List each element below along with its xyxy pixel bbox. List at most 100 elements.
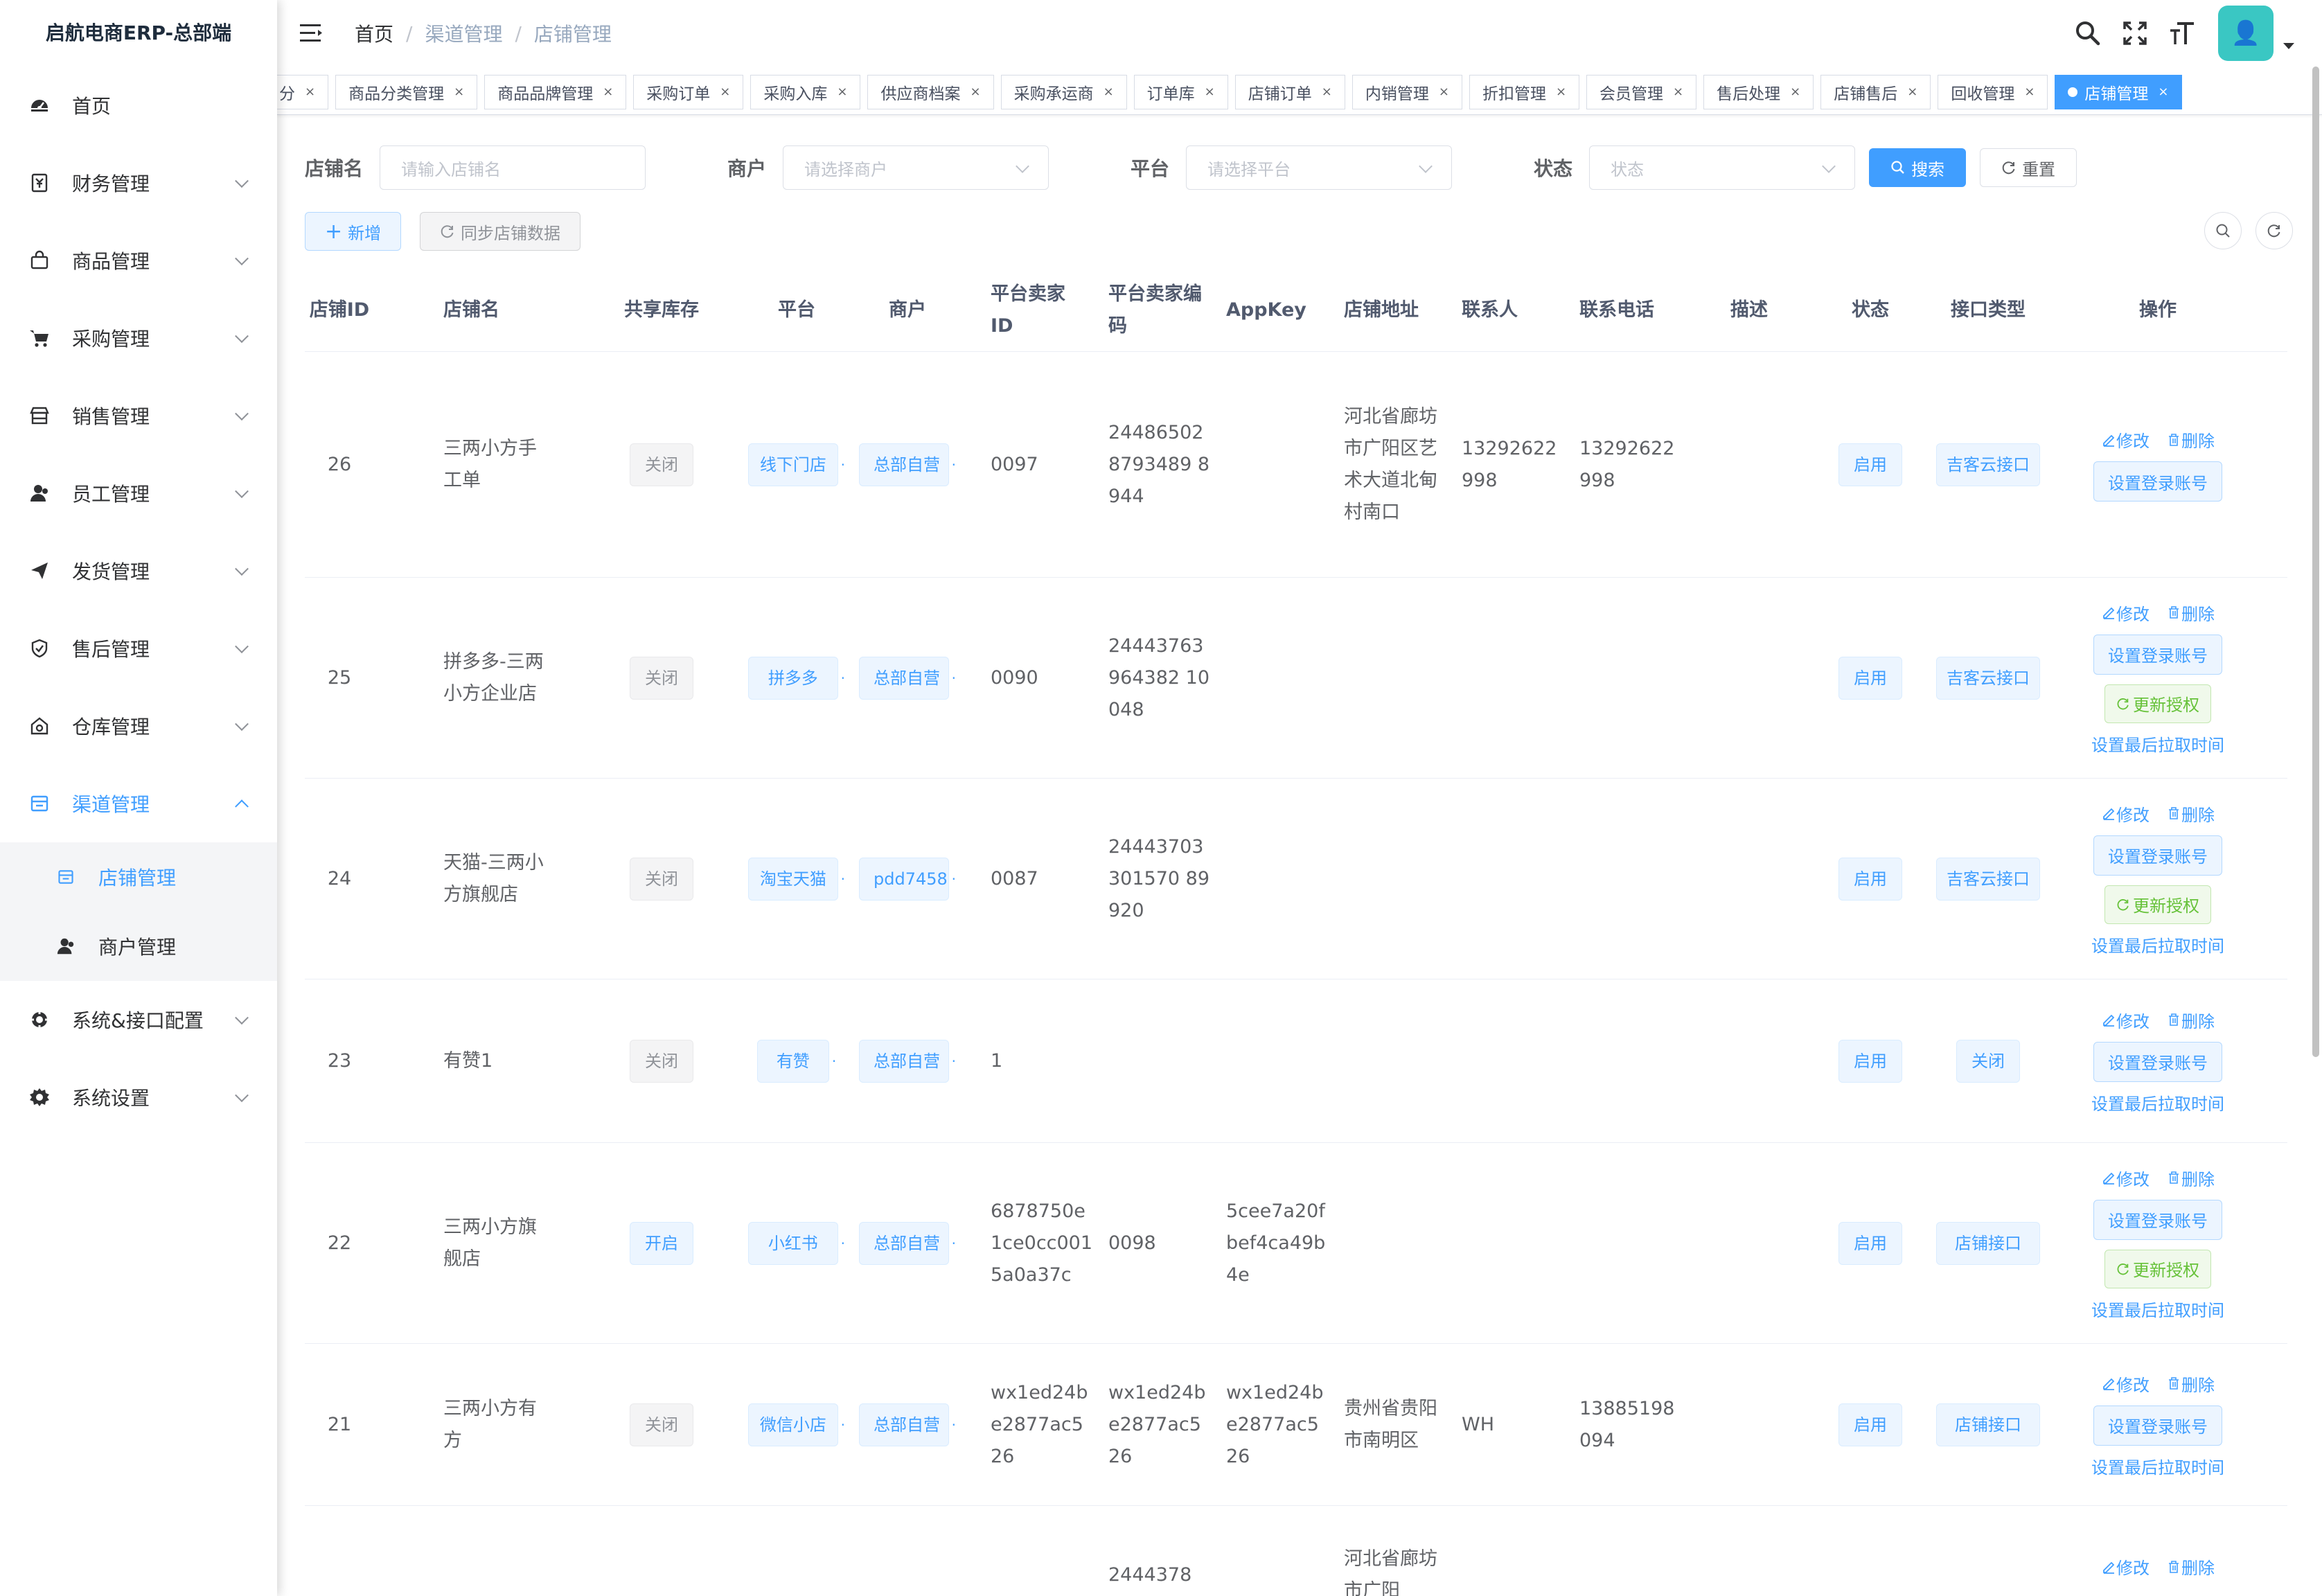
tab-12[interactable]: 售后处理 × bbox=[1703, 74, 1814, 109]
refresh-table-button[interactable] bbox=[2255, 212, 2293, 249]
delete-link[interactable]: 删除 bbox=[2166, 1166, 2215, 1190]
set-last-pull-time-link[interactable]: 设置最后拉取时间 bbox=[2091, 1090, 2224, 1115]
edit-link[interactable]: 修改 bbox=[2101, 1166, 2150, 1190]
close-icon[interactable]: × bbox=[1907, 85, 1917, 99]
column-header[interactable]: 联系电话 bbox=[1579, 269, 1669, 352]
delete-link[interactable]: 删除 bbox=[2166, 1372, 2215, 1396]
column-header[interactable]: 店铺名 bbox=[443, 269, 533, 352]
column-header[interactable]: 平台卖家编码 bbox=[1108, 269, 1205, 352]
table-row[interactable]: 25 拼多多-三两小方企业店 关闭 拼多多 · 总部自营 · 0090 244437639643… bbox=[305, 578, 2287, 779]
tab-6[interactable]: 采购承运商 × bbox=[1000, 74, 1127, 109]
tab-8[interactable]: 店铺订单 × bbox=[1234, 74, 1345, 109]
set-login-account-button[interactable]: 设置登录账号 bbox=[2093, 1405, 2222, 1446]
sidebar-toggle-icon[interactable] bbox=[298, 19, 326, 47]
tab-4[interactable]: 采购入库 × bbox=[750, 74, 861, 109]
breadcrumb-home[interactable]: 首页 bbox=[355, 19, 393, 47]
close-icon[interactable]: × bbox=[1104, 85, 1114, 99]
close-icon[interactable]: × bbox=[1790, 85, 1800, 99]
close-icon[interactable]: × bbox=[837, 85, 847, 99]
table-row[interactable]: 21 三两小方有方 关闭 微信小店 · 总部自营 · wx1ed24be2877ac526 wx… bbox=[305, 1344, 2287, 1506]
set-login-account-button[interactable]: 设置登录账号 bbox=[2093, 1041, 2222, 1082]
tab-10[interactable]: 折扣管理 × bbox=[1469, 74, 1580, 109]
reset-button[interactable]: 重置 bbox=[1980, 148, 2077, 187]
edit-link[interactable]: 修改 bbox=[2101, 1554, 2150, 1579]
column-header[interactable]: 平台卖家ID bbox=[991, 269, 1074, 352]
close-icon[interactable]: × bbox=[1439, 85, 1449, 99]
delete-link[interactable]: 删除 bbox=[2166, 1008, 2215, 1032]
table-row[interactable]: 24天猫-三两小方旗舰店关闭淘宝天猫·pdd745839·00872444370… bbox=[305, 779, 2287, 979]
sidebar-subitem-1[interactable]: 商户管理 bbox=[0, 912, 277, 981]
set-login-account-button[interactable]: 设置登录账号 bbox=[2093, 1199, 2222, 1240]
sidebar-item-2[interactable]: 商品管理 bbox=[0, 222, 277, 299]
set-login-account-button[interactable]: 设置登录账号 bbox=[2093, 835, 2222, 876]
sidebar-item-1[interactable]: 财务管理 bbox=[0, 144, 277, 222]
avatar[interactable]: 👤 bbox=[2218, 6, 2274, 61]
table-row[interactable]: 23 有赞1 关闭 有赞 · 总部自营 · 1 启用 关闭 修改 删除 设置登录账号 设置最后拉取时间 bbox=[305, 979, 2287, 1143]
search-icon[interactable] bbox=[2073, 18, 2103, 48]
sidebar-item-10[interactable]: 系统&接口配置 bbox=[0, 981, 277, 1058]
edit-link[interactable]: 修改 bbox=[2101, 427, 2150, 452]
platform-select[interactable]: 请选择平台 bbox=[1186, 145, 1453, 190]
delete-link[interactable]: 删除 bbox=[2166, 601, 2215, 625]
merchant-select[interactable]: 请选择商户 bbox=[783, 145, 1049, 190]
close-icon[interactable]: × bbox=[1556, 85, 1566, 99]
table-row[interactable]: 22 三两小方旗舰店 开启 小红书 · 总部自营 · 6878750e1ce0cc0015a0… bbox=[305, 1143, 2287, 1344]
column-header[interactable]: AppKey bbox=[1226, 269, 1316, 352]
close-icon[interactable]: × bbox=[1205, 85, 1215, 99]
close-icon[interactable]: × bbox=[305, 85, 315, 99]
set-last-pull-time-link[interactable]: 设置最后拉取时间 bbox=[2091, 932, 2224, 957]
set-last-pull-time-link[interactable]: 设置最后拉取时间 bbox=[2091, 732, 2224, 756]
tab-5[interactable]: 供应商档案 × bbox=[867, 74, 994, 109]
tab-7[interactable]: 订单库 × bbox=[1133, 74, 1228, 109]
tab-13[interactable]: 店铺售后 × bbox=[1820, 74, 1931, 109]
search-button[interactable]: 搜索 bbox=[1869, 148, 1967, 187]
sidebar-item-4[interactable]: 销售管理 bbox=[0, 377, 277, 454]
edit-link[interactable]: 修改 bbox=[2101, 1008, 2150, 1032]
column-header[interactable]: 操作 bbox=[2030, 269, 2286, 352]
sync-shop-data-button[interactable]: 同步店铺数据 bbox=[420, 212, 580, 251]
close-icon[interactable]: × bbox=[1322, 85, 1332, 99]
tab-0[interactable]: 分 × bbox=[277, 74, 329, 109]
close-icon[interactable]: × bbox=[1673, 85, 1683, 99]
column-header[interactable]: 店铺地址 bbox=[1344, 269, 1434, 352]
close-icon[interactable]: × bbox=[454, 85, 464, 99]
edit-link[interactable]: 修改 bbox=[2101, 1372, 2150, 1396]
set-login-account-button[interactable]: 设置登录账号 bbox=[2093, 461, 2222, 502]
refresh-auth-button[interactable]: 更新授权 bbox=[2104, 1249, 2211, 1288]
close-icon[interactable]: × bbox=[2024, 85, 2035, 99]
close-icon[interactable]: × bbox=[970, 85, 980, 99]
fullscreen-icon[interactable] bbox=[2120, 18, 2150, 48]
close-icon[interactable]: × bbox=[603, 85, 613, 99]
tab-9[interactable]: 内销管理 × bbox=[1351, 74, 1462, 109]
sidebar-item-11[interactable]: 系统设置 bbox=[0, 1058, 277, 1136]
tab-14[interactable]: 回收管理 × bbox=[1938, 74, 2048, 109]
set-login-account-button[interactable]: 设置登录账号 bbox=[2093, 634, 2222, 675]
toggle-search-button[interactable] bbox=[2204, 212, 2242, 249]
add-button[interactable]: + 新增 bbox=[305, 212, 402, 251]
set-last-pull-time-link[interactable]: 设置最后拉取时间 bbox=[2091, 1297, 2224, 1321]
tab-11[interactable]: 会员管理 × bbox=[1586, 74, 1697, 109]
column-header[interactable]: 描述 bbox=[1697, 269, 1801, 352]
sidebar-subitem-0[interactable]: 店铺管理 bbox=[0, 842, 277, 912]
sidebar-item-7[interactable]: 售后管理 bbox=[0, 610, 277, 687]
tab-1[interactable]: 商品分类管理 × bbox=[335, 74, 478, 109]
table-row[interactable]: 26 三两小方手工单 关闭 线下门店 · 总部自营 · 0097 244865028793489… bbox=[305, 352, 2287, 578]
sidebar-item-9[interactable]: 渠道管理 bbox=[0, 765, 277, 842]
delete-link[interactable]: 删除 bbox=[2166, 427, 2215, 452]
font-size-icon[interactable] bbox=[2167, 18, 2197, 48]
close-icon[interactable]: × bbox=[720, 85, 730, 99]
sidebar-item-3[interactable]: 采购管理 bbox=[0, 299, 277, 377]
refresh-auth-button[interactable]: 更新授权 bbox=[2104, 684, 2211, 723]
page-scrollbar[interactable] bbox=[2312, 66, 2319, 1057]
tab-3[interactable]: 采购订单 × bbox=[633, 74, 744, 109]
table-row[interactable]: 2444378 河北省廊坊市广阳 修改 删除 bbox=[305, 1506, 2287, 1596]
column-header[interactable]: 共享库存 bbox=[610, 269, 714, 352]
column-header[interactable]: 联系人 bbox=[1462, 269, 1552, 352]
shop-name-input[interactable]: 请输入店铺名 bbox=[380, 145, 646, 190]
set-last-pull-time-link[interactable]: 设置最后拉取时间 bbox=[2091, 1454, 2224, 1478]
edit-link[interactable]: 修改 bbox=[2101, 801, 2150, 826]
column-header[interactable]: 店铺ID bbox=[305, 269, 374, 352]
refresh-auth-button[interactable]: 更新授权 bbox=[2104, 885, 2211, 924]
delete-link[interactable]: 删除 bbox=[2166, 801, 2215, 826]
sidebar-item-6[interactable]: 发货管理 bbox=[0, 532, 277, 610]
